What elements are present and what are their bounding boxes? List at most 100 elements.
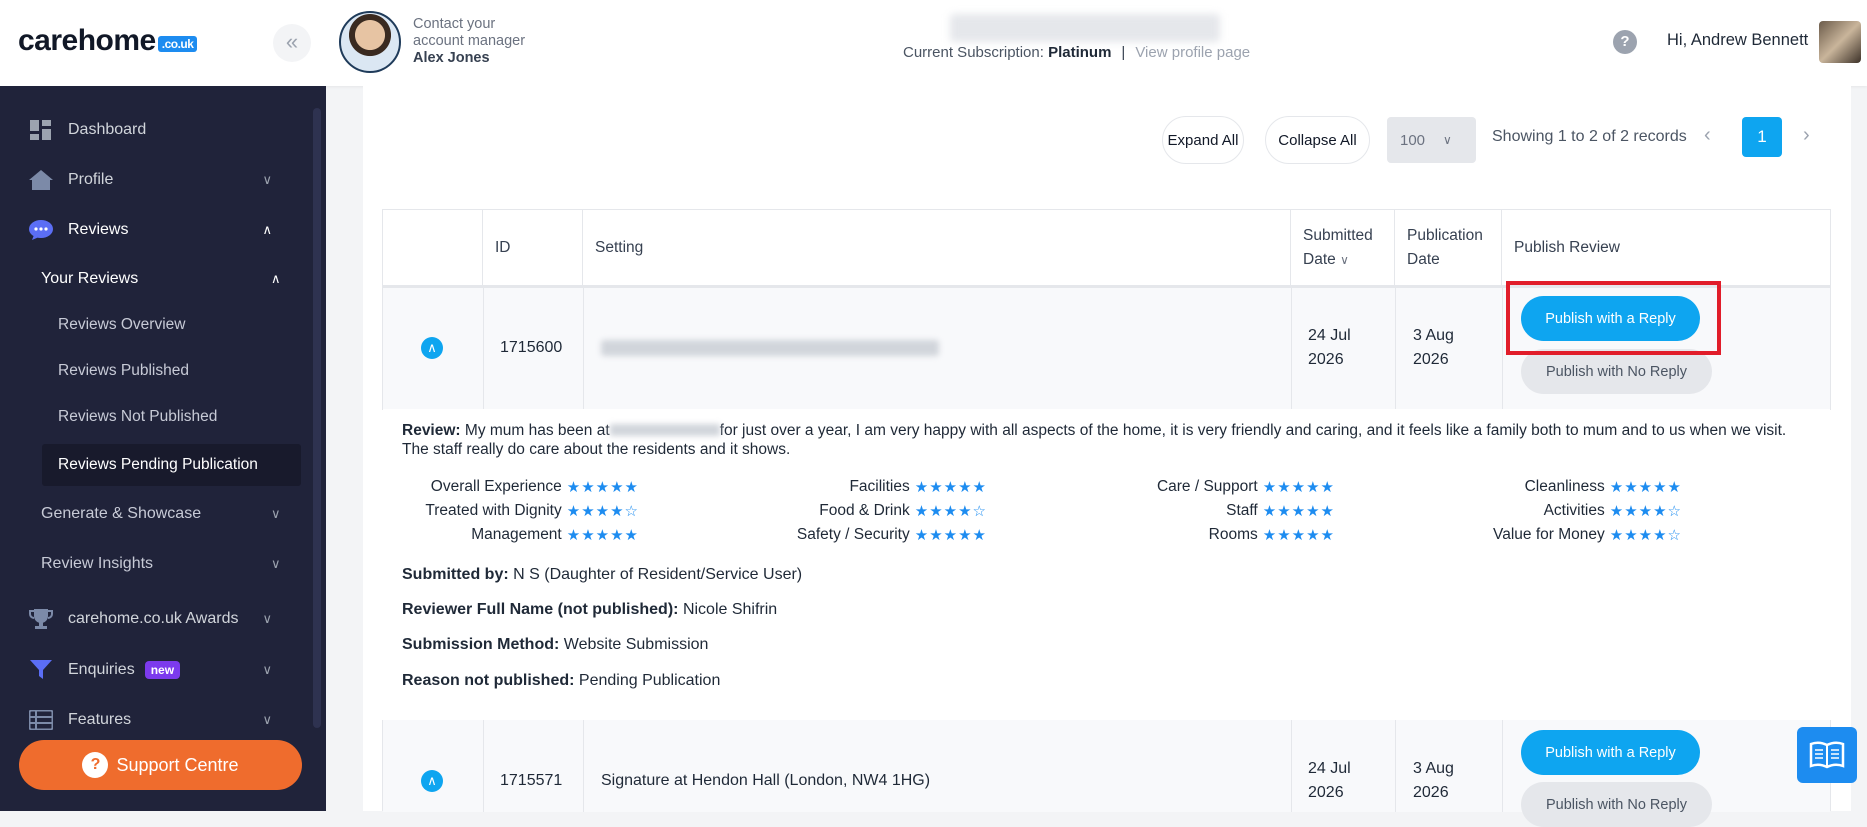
col-setting-header: Setting <box>583 210 1291 286</box>
chevron-down-icon: ∨ <box>262 662 272 677</box>
sidebar-item-your-reviews[interactable]: Your Reviews ∧ <box>41 260 331 298</box>
submitted-by: Submitted by: N S (Daughter of Resident/… <box>402 566 803 583</box>
rating-management: Management ★★★★★ <box>471 526 639 544</box>
page-1-button[interactable]: 1 <box>1742 117 1782 157</box>
collapse-row-icon[interactable]: ∧ <box>421 770 443 792</box>
column-divider <box>483 720 484 812</box>
chevron-up-icon: ∧ <box>271 271 281 286</box>
view-profile-link[interactable]: View profile page <box>1135 44 1250 61</box>
prev-page-button[interactable]: ‹ <box>1704 124 1711 147</box>
highlight-box <box>1506 281 1721 355</box>
blurred-home-name <box>609 424 720 436</box>
row-id: 1715600 <box>500 339 563 356</box>
collapse-row-icon[interactable]: ∧ <box>421 337 443 359</box>
user-avatar[interactable] <box>1819 21 1861 63</box>
sort-chevron-icon: ∨ <box>1340 253 1349 267</box>
chevron-down-icon: ∨ <box>271 556 281 571</box>
column-divider <box>1291 720 1292 812</box>
sidebar-item-awards[interactable]: carehome.co.uk Awards ∨ <box>0 599 310 639</box>
sidebar-item-reviews-published[interactable]: Reviews Published <box>58 352 348 390</box>
column-divider <box>1502 287 1503 409</box>
home-icon <box>28 169 54 191</box>
top-bar: carehome .co.uk « Contact your account ma… <box>0 0 1867 86</box>
column-divider <box>483 287 484 409</box>
carehome-logo[interactable]: carehome .co.uk <box>18 24 198 58</box>
chevron-up-icon: ∧ <box>262 222 272 237</box>
rating-safety-security: Safety / Security ★★★★★ <box>796 526 987 544</box>
sidebar-item-generate-showcase[interactable]: Generate & Showcase ∨ <box>41 495 331 533</box>
question-icon: ? <box>82 752 109 778</box>
page-size-select[interactable]: 100 ∨ <box>1387 117 1476 163</box>
column-divider <box>1502 720 1503 812</box>
publication-date: 3 Aug 2026 <box>1413 327 1454 368</box>
sidebar: Dashboard Profile ∨ Reviews ∧ Your Revie… <box>0 86 326 811</box>
sidebar-item-profile[interactable]: Profile ∨ <box>0 160 310 200</box>
chevron-down-icon: ∨ <box>262 172 272 187</box>
column-divider <box>1291 287 1292 409</box>
sidebar-item-enquiries[interactable]: Enquiries new ∨ <box>0 650 310 690</box>
review-text: Review: My mum has been at for just over … <box>402 422 1787 458</box>
column-divider <box>583 720 584 812</box>
publish-no-reply-button[interactable]: Publish with No Reply <box>1521 349 1712 394</box>
sidebar-item-reviews-pending[interactable]: Reviews Pending Publication <box>58 446 348 484</box>
rating-staff: Staff ★★★★★ <box>1226 502 1335 520</box>
col-submitted-header[interactable]: Submitted Date ∨ <box>1291 210 1395 286</box>
sidebar-item-dashboard[interactable]: Dashboard <box>0 110 310 150</box>
chevron-down-icon: ∨ <box>1443 133 1452 147</box>
col-expand-header <box>383 210 483 286</box>
submitted-date: 24 Jul 2026 <box>1308 327 1351 368</box>
support-centre-button[interactable]: ? Support Centre <box>19 740 302 790</box>
list-icon <box>28 709 54 731</box>
records-count: Showing 1 to 2 of 2 records <box>1492 128 1687 145</box>
col-publication-header: Publication Date <box>1395 210 1502 286</box>
sidebar-item-reviews-overview[interactable]: Reviews Overview <box>58 306 348 344</box>
chevron-down-icon: ∨ <box>262 712 272 727</box>
account-manager-avatar <box>339 11 401 73</box>
rating-treated-with-dignity: Treated with Dignity ★★★★☆ <box>425 502 639 520</box>
publish-with-reply-button[interactable]: Publish with a Reply <box>1521 730 1700 775</box>
collapse-all-button[interactable]: Collapse All <box>1265 116 1370 164</box>
rating-rooms: Rooms ★★★★★ <box>1208 526 1335 544</box>
help-icon[interactable]: ? <box>1613 30 1637 54</box>
col-id-header: ID <box>483 210 583 286</box>
rating-care-support: Care / Support ★★★★★ <box>1156 478 1335 496</box>
book-icon[interactable] <box>1797 727 1857 783</box>
publication-date: 3 Aug 2026 <box>1413 760 1454 801</box>
chevron-down-icon: ∨ <box>262 611 272 626</box>
filter-icon <box>28 659 54 681</box>
trophy-icon <box>28 608 54 630</box>
account-manager-name[interactable]: Alex Jones <box>413 50 490 66</box>
column-divider <box>583 287 584 409</box>
collapse-sidebar-button[interactable]: « <box>273 24 311 62</box>
sidebar-item-features[interactable]: Features ∨ <box>0 700 310 740</box>
account-manager-info: Contact your account manager Alex Jones <box>413 16 526 66</box>
next-page-button[interactable]: › <box>1803 124 1810 147</box>
site-title-blurred <box>950 14 1220 42</box>
sidebar-item-reviews[interactable]: Reviews ∧ <box>0 210 310 250</box>
row-id: 1715571 <box>500 772 563 789</box>
subscription-value: Platinum <box>1048 44 1112 61</box>
rating-facilities: Facilities ★★★★★ <box>849 478 987 496</box>
rating-cleanliness: Cleanliness ★★★★★ <box>1524 478 1682 496</box>
chevron-down-icon: ∨ <box>271 506 281 521</box>
col-publish-header: Publish Review <box>1514 239 1620 256</box>
subscription-line: Current Subscription: Platinum | View prof… <box>903 44 1251 61</box>
submission-method: Submission Method: Website Submission <box>402 636 709 653</box>
expand-all-button[interactable]: Expand All <box>1162 116 1244 164</box>
reason-not-published: Reason not published: Pending Publicatio… <box>402 672 721 689</box>
publish-no-reply-button[interactable]: Publish with No Reply <box>1521 782 1712 827</box>
setting-name-blurred <box>601 340 939 356</box>
new-badge: new <box>144 661 181 679</box>
sidebar-item-reviews-not-published[interactable]: Reviews Not Published <box>58 398 348 436</box>
rating-activities: Activities ★★★★☆ <box>1543 502 1682 520</box>
reviewer-full-name: Reviewer Full Name (not published): Nico… <box>402 601 778 618</box>
chat-bubble-icon <box>28 219 54 241</box>
column-divider <box>1395 287 1396 409</box>
rating-value-for-money: Value for Money ★★★★☆ <box>1493 526 1682 544</box>
user-greeting[interactable]: Hi, Andrew Bennett <box>1667 31 1808 50</box>
submitted-date: 24 Jul 2026 <box>1308 760 1351 801</box>
rating-overall-experience: Overall Experience ★★★★★ <box>430 478 639 496</box>
sidebar-item-review-insights[interactable]: Review Insights ∨ <box>41 545 331 583</box>
rating-food-drink: Food & Drink ★★★★☆ <box>819 502 987 520</box>
dashboard-icon <box>28 119 54 141</box>
